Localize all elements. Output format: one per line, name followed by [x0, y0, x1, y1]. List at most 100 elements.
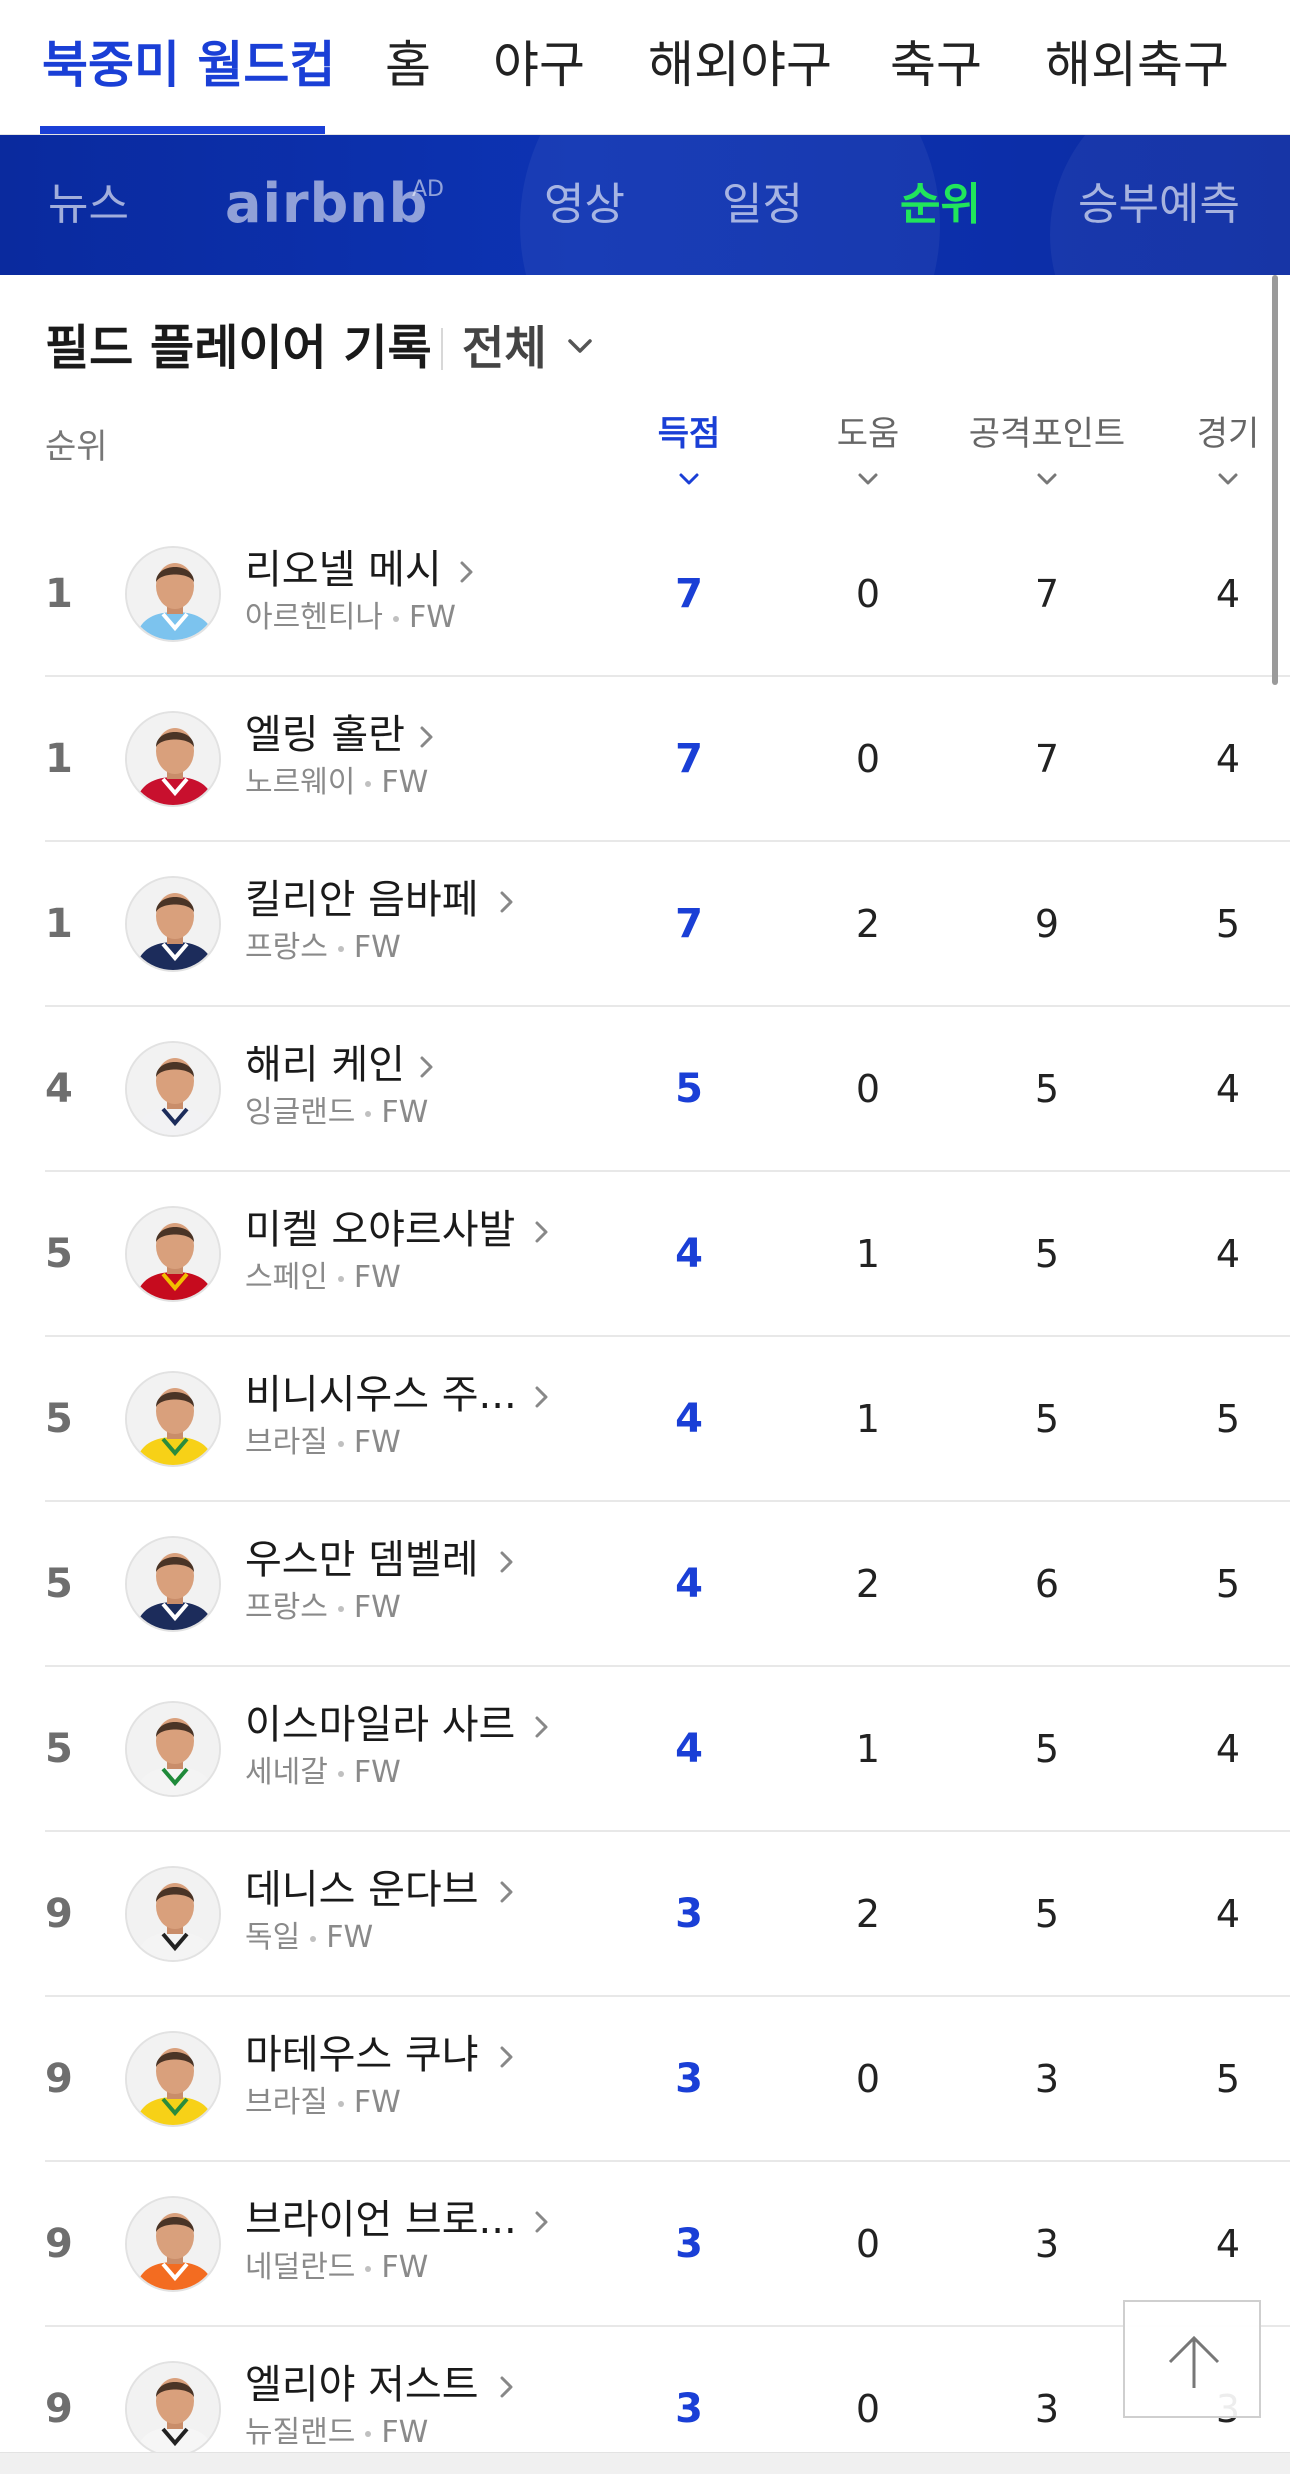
chevron-down-icon[interactable]: [566, 334, 594, 358]
tab-home[interactable]: 홈: [385, 30, 431, 100]
tab-overseas-baseball[interactable]: 해외야구: [648, 30, 832, 100]
tab-world-cup[interactable]: 북중미 월드컵: [42, 30, 335, 100]
player-assists: 1: [855, 1397, 881, 1441]
separator-dot: [337, 1440, 344, 1447]
chevron-right-icon[interactable]: [532, 1713, 552, 1741]
player-matches: 5: [1215, 902, 1241, 946]
subnav-schedule[interactable]: 일정: [722, 170, 803, 240]
player-avatar[interactable]: [125, 1206, 221, 1302]
chevron-down-icon[interactable]: [1035, 470, 1059, 488]
player-name[interactable]: 우스만 뎀벨레: [245, 1532, 479, 1588]
table-row[interactable]: 5 비니시우스 주... 브라질 FW 4 1 5 5: [45, 1337, 1290, 1502]
arrow-up-icon: [1168, 2335, 1220, 2388]
table-row[interactable]: 5 우스만 뎀벨레 프랑스 FW 4 2 6 5: [45, 1502, 1290, 1667]
player-rank: 5: [45, 1726, 73, 1772]
player-assists: 0: [855, 1067, 881, 1111]
player-avatar[interactable]: [125, 2196, 221, 2292]
player-assists: 0: [855, 572, 881, 616]
player-name[interactable]: 엘링 홀란: [245, 707, 405, 763]
player-meta: 독일 FW: [245, 1918, 373, 1958]
tab-soccer[interactable]: 축구: [890, 30, 982, 100]
player-name[interactable]: 비니시우스 주...: [245, 1367, 517, 1423]
tab-overseas-soccer[interactable]: 해외축구: [1045, 30, 1229, 100]
player-avatar[interactable]: [125, 876, 221, 972]
column-header-assists[interactable]: 도움: [788, 412, 948, 456]
player-name[interactable]: 해리 케인: [245, 1037, 405, 1093]
player-rank: 9: [45, 2221, 73, 2267]
player-assists: 0: [855, 2387, 881, 2431]
scrollbar[interactable]: [1272, 275, 1278, 685]
chevron-right-icon[interactable]: [532, 1218, 552, 1246]
player-name[interactable]: 이스마일라 사르: [245, 1697, 515, 1753]
bottom-edge: [0, 2452, 1290, 2474]
player-meta: 세네갈 FW: [245, 1753, 401, 1793]
table-row[interactable]: 1 리오넬 메시 아르헨티나 FW 7 0 7 4: [45, 512, 1290, 677]
player-rank: 1: [45, 571, 73, 617]
player-name[interactable]: 킬리안 음바페: [245, 872, 479, 928]
player-meta: 뉴질랜드 FW: [245, 2413, 428, 2453]
player-avatar[interactable]: [125, 711, 221, 807]
player-avatar[interactable]: [125, 1536, 221, 1632]
player-avatar[interactable]: [125, 546, 221, 642]
player-matches: 5: [1215, 1397, 1241, 1441]
subnav-prediction[interactable]: 승부예측: [1078, 170, 1240, 240]
player-name[interactable]: 리오넬 메시: [245, 542, 442, 598]
chevron-right-icon[interactable]: [497, 2043, 517, 2071]
player-name[interactable]: 브라이언 브로...: [245, 2192, 517, 2248]
player-attack-points: 3: [1034, 2057, 1060, 2101]
player-attack-points: 3: [1034, 2222, 1060, 2266]
player-avatar[interactable]: [125, 1371, 221, 1467]
player-avatar[interactable]: [125, 1701, 221, 1797]
table-row[interactable]: 1 엘링 홀란 노르웨이 FW 7 0 7 4: [45, 677, 1290, 842]
table-row[interactable]: 5 미켈 오야르사발 스페인 FW 4 1 5 4: [45, 1172, 1290, 1337]
player-meta: 브라질 FW: [245, 1423, 401, 1463]
subnav-news[interactable]: 뉴스: [48, 170, 129, 240]
chevron-down-icon[interactable]: [1216, 470, 1240, 488]
player-name[interactable]: 미켈 오야르사발: [245, 1202, 515, 1258]
player-rank: 5: [45, 1561, 73, 1607]
chevron-right-icon[interactable]: [457, 558, 477, 586]
table-row[interactable]: 9 마테우스 쿠냐 브라질 FW 3 0 3 5: [45, 1997, 1290, 2162]
player-avatar[interactable]: [125, 2031, 221, 2127]
column-header-matches[interactable]: 경기: [1148, 412, 1290, 456]
chevron-right-icon[interactable]: [532, 2208, 552, 2236]
chevron-right-icon[interactable]: [417, 1053, 437, 1081]
player-avatar[interactable]: [125, 2361, 221, 2457]
player-photo: [127, 2033, 219, 2125]
player-goals: 4: [675, 1396, 703, 1442]
table-row[interactable]: 5 이스마일라 사르 세네갈 FW 4 1 5 4: [45, 1667, 1290, 1832]
table-row[interactable]: 9 브라이언 브로... 네덜란드 FW 3 0 3 4: [45, 2162, 1290, 2327]
table-row[interactable]: 4 해리 케인 잉글랜드 FW 5 0 5 4: [45, 1007, 1290, 1172]
player-matches: 4: [1215, 2222, 1241, 2266]
tab-baseball[interactable]: 야구: [493, 30, 585, 100]
chevron-right-icon[interactable]: [497, 2373, 517, 2401]
player-attack-points: 5: [1034, 1892, 1060, 1936]
chevron-right-icon[interactable]: [497, 1548, 517, 1576]
chevron-right-icon[interactable]: [497, 1878, 517, 1906]
chevron-down-icon[interactable]: [677, 470, 701, 488]
player-name[interactable]: 엘리야 저스트: [245, 2357, 479, 2413]
sponsor-logo[interactable]: airbnb: [225, 169, 428, 239]
player-country: 브라질: [245, 1425, 328, 1460]
chevron-right-icon[interactable]: [532, 1383, 552, 1411]
subnav-standings[interactable]: 순위: [900, 170, 981, 240]
player-avatar[interactable]: [125, 1866, 221, 1962]
player-name[interactable]: 데니스 운다브: [245, 1862, 479, 1918]
player-goals: 7: [675, 901, 703, 947]
sub-nav-bar: 뉴스 airbnb AD 영상 일정 순위 승부예측: [0, 135, 1290, 275]
player-name[interactable]: 마테우스 쿠냐: [245, 2027, 479, 2083]
filter-dropdown[interactable]: 전체: [462, 318, 547, 378]
scroll-to-top-button[interactable]: [1123, 2300, 1261, 2418]
table-row[interactable]: 1 킬리안 음바페 프랑스 FW 7 2 9 5: [45, 842, 1290, 1007]
player-position: FW: [381, 2250, 429, 2285]
column-header-attack-points[interactable]: 공격포인트: [967, 412, 1127, 456]
subnav-video[interactable]: 영상: [544, 170, 625, 240]
player-photo: [127, 1703, 219, 1795]
player-avatar[interactable]: [125, 1041, 221, 1137]
column-header-goals[interactable]: 득점: [609, 412, 769, 456]
chevron-right-icon[interactable]: [417, 723, 437, 751]
player-position: FW: [353, 1590, 401, 1625]
table-row[interactable]: 9 데니스 운다브 독일 FW 3 2 5 4: [45, 1832, 1290, 1997]
chevron-down-icon[interactable]: [856, 470, 880, 488]
chevron-right-icon[interactable]: [497, 888, 517, 916]
